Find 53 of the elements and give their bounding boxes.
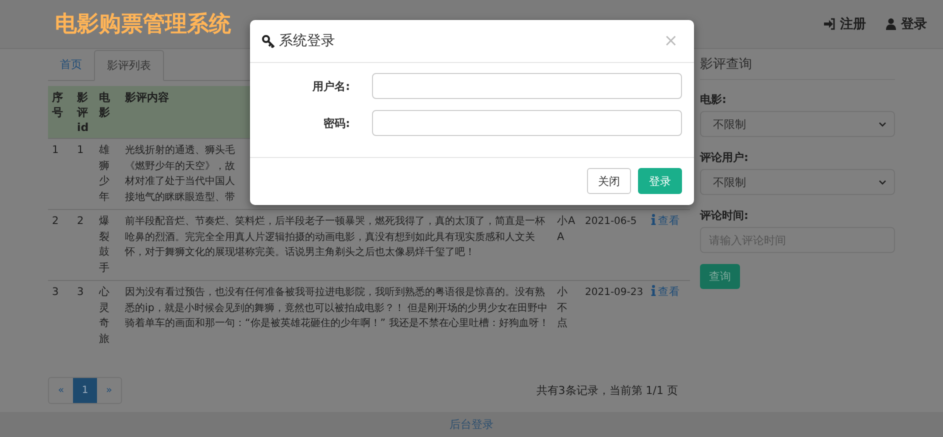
column-header: 序号 [48, 86, 73, 138]
page-link[interactable]: 1 [73, 378, 97, 403]
login-button[interactable]: 登录 [638, 168, 682, 194]
review-text-line: 《燃野少年的天空》，故 [125, 160, 235, 174]
nav-link[interactable]: 登录 [886, 15, 927, 33]
review-text-line: 光线折射的通透、狮头毛 [125, 144, 235, 158]
sign-in-icon [823, 18, 835, 30]
close-button[interactable]: 关闭 [587, 168, 631, 194]
dialog-title: 系统登录 [279, 32, 335, 50]
table-cell: 2 [73, 210, 95, 280]
view-link[interactable]: 查看 [651, 215, 680, 227]
table-cell: 前半段配音烂、节奏烂、笑料烂，后半段老子一顿暴哭，燃死我得了，真的太顶了，简直是一杯呛鼻的烈酒。完完全全用真人片逻辑拍摄的动画电影，真没有想到如此具有现实质感和人文关怀，对于舞狮文化的展现堪称完美。话说男主角剃头之后也太像易烊千玺了吧！ [121, 210, 553, 280]
table-cell: 小AA [553, 210, 581, 280]
review-text-line: 接地气的眯眯眼造型、带 [125, 190, 235, 204]
page-link[interactable]: « [49, 378, 73, 403]
key-icon [262, 34, 275, 48]
table-cell: 小不点 [553, 280, 581, 351]
record-summary: 共有3条记录，当前第 1/1 页 [536, 383, 678, 398]
chevron-icon [879, 180, 886, 184]
tab[interactable]: 影评列表 [94, 50, 164, 81]
info-icon [651, 214, 656, 225]
view-link[interactable]: 查看 [651, 286, 680, 298]
column-header: 电影 [95, 86, 121, 138]
page-link[interactable]: » [97, 378, 121, 403]
table-cell: 爆裂鼓手 [95, 210, 121, 280]
chevron-icon [879, 122, 886, 126]
table-cell: 2 [48, 210, 73, 280]
panel-title: 影评查询 [700, 49, 895, 80]
close-button[interactable]: × [660, 31, 682, 51]
table-cell: 3 [48, 280, 73, 351]
admin-login-link[interactable]: 后台登录 [450, 417, 494, 432]
table-cell: 心灵奇旅 [95, 280, 121, 351]
table-cell: 雄狮少年 [95, 138, 121, 210]
table-cell: 3 [73, 280, 95, 351]
user-icon [886, 18, 896, 30]
info-icon [651, 285, 656, 296]
brand-title[interactable]: 电影购票管理系统 [55, 9, 231, 39]
tab[interactable]: 首页 [48, 50, 94, 80]
field-label: 评论时间: [700, 208, 750, 223]
nav-link[interactable]: 注册 [823, 15, 866, 33]
field-label: 密码: [322, 116, 350, 130]
column-header: 影评id [73, 86, 95, 138]
table-cell: 因为没有看过预告，也没有任何准备被我哥拉进电影院，我听到熟悉的粤语很是惊喜的。没有熟悉的ip，就是小时候会见到的舞狮，竟然也可以被拍成电影？！ 但是刚开场的少男少女在田野中骑着单车的画面和那一句：“你是被英雄花砸住的少年啊！” 我还是不禁在心里吐槽：好狗血呀！ [121, 280, 553, 351]
dropdown[interactable]: 不限制 [700, 169, 895, 195]
table-cell: 1 [48, 138, 73, 210]
search-button[interactable]: 查询 [700, 264, 740, 289]
table-cell: 2021-09-23 [581, 280, 647, 351]
field-label: 评论用户: [700, 150, 750, 165]
table-cell: 2021-06-5 [581, 210, 647, 280]
dropdown[interactable]: 不限制 [700, 111, 895, 137]
table-cell: 1 [73, 138, 95, 210]
field-label: 电影: [700, 92, 728, 107]
review-text-line: 材对准了处于当代中国人 [125, 174, 235, 189]
